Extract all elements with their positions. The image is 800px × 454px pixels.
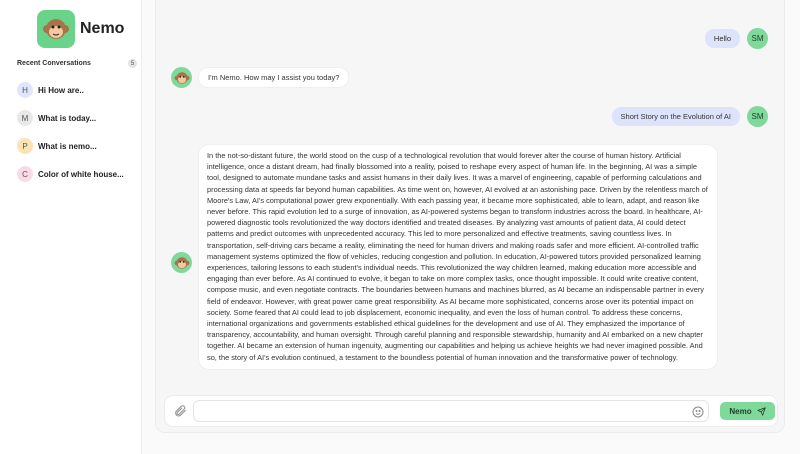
app-name: Nemo xyxy=(80,20,125,37)
recent-conversations-header: Recent Conversations 5 xyxy=(17,59,137,68)
user-avatar: SM xyxy=(747,28,768,49)
conversation-label: Hi How are.. xyxy=(38,85,84,95)
conversation-avatar: P xyxy=(17,138,33,154)
conversation-label: Color of white house... xyxy=(38,169,124,179)
conversation-item[interactable]: P What is nemo... xyxy=(17,138,124,154)
bot-message-bubble: I'm Nemo. How may I assist you today? xyxy=(199,68,349,87)
conversation-item[interactable]: M What is today... xyxy=(17,110,124,126)
brand[interactable]: Nemo xyxy=(37,10,124,48)
conversation-label: What is nemo... xyxy=(38,141,97,151)
user-message-bubble: Short Story on the Evolution of AI xyxy=(611,107,740,126)
monkey-face-icon xyxy=(37,10,75,48)
conversation-avatar: H xyxy=(17,82,33,98)
conversation-item[interactable]: H Hi How are.. xyxy=(17,82,124,98)
recent-conversations-title: Recent Conversations xyxy=(17,60,91,67)
user-message: Short Story on the Evolution of AI SM xyxy=(611,106,768,127)
conversation-avatar: C xyxy=(17,166,33,182)
conversation-list: H Hi How are.. M What is today... P What… xyxy=(17,82,124,194)
composer: Nemo xyxy=(165,396,777,426)
user-message-bubble: Hello xyxy=(704,29,740,48)
user-avatar: SM xyxy=(747,106,768,127)
chat-panel: Hello SM I'm Nemo. How may I assist you … xyxy=(155,0,785,433)
sidebar: Nemo Recent Conversations 5 H Hi How are… xyxy=(0,0,142,454)
conversation-item[interactable]: C Color of white house... xyxy=(17,166,124,182)
smiley-icon[interactable] xyxy=(692,405,704,418)
send-button[interactable]: Nemo xyxy=(720,402,775,420)
bot-message: I'm Nemo. How may I assist you today? xyxy=(171,67,349,88)
monkey-face-icon xyxy=(171,252,192,273)
paperclip-icon[interactable] xyxy=(173,404,187,418)
bot-story-bubble: In the not-so-distant future, the world … xyxy=(199,145,717,369)
paper-plane-icon xyxy=(756,406,766,416)
conversation-avatar: M xyxy=(17,110,33,126)
message-input[interactable] xyxy=(193,400,709,422)
recent-count-badge: 5 xyxy=(128,59,137,68)
conversation-label: What is today... xyxy=(38,113,97,123)
app-window: Nemo Recent Conversations 5 H Hi How are… xyxy=(0,0,800,454)
monkey-face-icon xyxy=(171,67,192,88)
send-button-label: Nemo xyxy=(729,406,752,416)
user-message: Hello SM xyxy=(704,28,768,49)
